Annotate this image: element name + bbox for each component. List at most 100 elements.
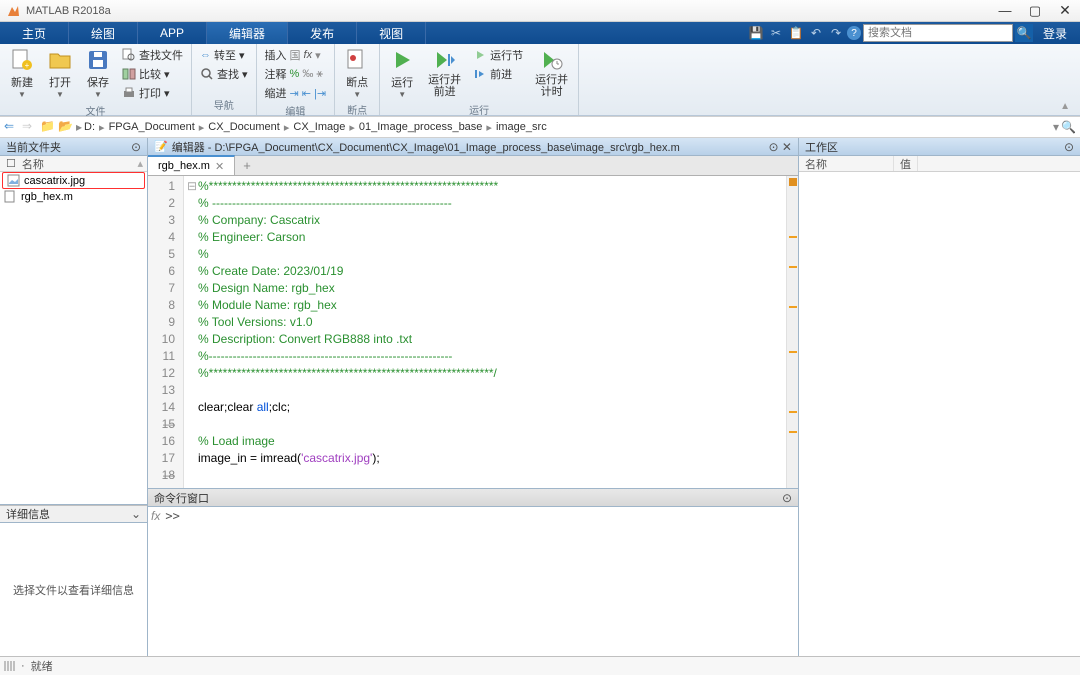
advance-button[interactable]: 前进	[469, 65, 527, 83]
run-section-button[interactable]: 运行节	[469, 46, 527, 64]
find-files-button[interactable]: 查找文件	[118, 46, 187, 64]
back-icon[interactable]: ⇐	[4, 119, 20, 135]
bc-3[interactable]: CX_Image	[293, 121, 345, 133]
undo-icon[interactable]: ↶	[807, 24, 825, 42]
forward-icon[interactable]: ⇒	[22, 119, 38, 135]
find-button[interactable]: 查找 ▾	[196, 65, 252, 83]
toolbar-group-nav: ⇔ 转至 ▾ 查找 ▾ 导航	[192, 44, 257, 115]
compare-icon	[122, 67, 136, 81]
goto-button[interactable]: ⇔ 转至 ▾	[196, 46, 252, 64]
breakpoint-button[interactable]: 断点 ▼	[339, 46, 375, 101]
bc-2[interactable]: CX_Document	[208, 121, 280, 133]
center-panel: 📝 编辑器 - D:\FPGA_Document\CX_Document\CX_…	[148, 138, 798, 656]
minimize-button[interactable]: —	[990, 1, 1020, 21]
path-bar: ⇐ ⇒ 📁 📂 ▸ D:▸ FPGA_Document▸ CX_Document…	[0, 116, 1080, 138]
search-icon[interactable]: 🔍	[1015, 24, 1033, 42]
svg-text:+: +	[25, 61, 30, 70]
bc-4[interactable]: 01_Image_process_base	[359, 121, 483, 133]
open-button[interactable]: 打开 ▼	[42, 46, 78, 101]
bc-5[interactable]: image_src	[496, 121, 547, 133]
bc-d[interactable]: D:	[84, 121, 95, 133]
ribbon-tabs: 主页 绘图 APP 编辑器 发布 视图 💾 ✂ 📋 ↶ ↷ ? 🔍 登录	[0, 22, 1080, 44]
editor-header: 📝 编辑器 - D:\FPGA_Document\CX_Document\CX_…	[148, 138, 798, 156]
tab-plot[interactable]: 绘图	[69, 22, 138, 44]
close-button[interactable]: ✕	[1050, 1, 1080, 21]
maximize-button[interactable]: ▢	[1020, 1, 1050, 21]
toolbar-group-breakpoint: 断点 ▼ 断点	[335, 44, 380, 115]
copy-icon[interactable]: 📋	[787, 24, 805, 42]
new-button[interactable]: + 新建 ▼	[4, 46, 40, 101]
find-files-icon	[122, 48, 136, 62]
close-tab-icon[interactable]: ✕	[215, 160, 224, 173]
cmd-menu-icon[interactable]: ⊙	[782, 491, 792, 505]
image-file-icon	[7, 174, 20, 187]
title-bar: MATLAB R2018a — ▢ ✕	[0, 0, 1080, 22]
tab-publish[interactable]: 发布	[288, 22, 357, 44]
details-panel: 详细信息 ⌄ 选择文件以查看详细信息	[0, 504, 147, 656]
run-section-icon	[473, 48, 487, 62]
details-collapse-icon[interactable]: ⌄	[131, 507, 141, 521]
busy-indicator-icon	[4, 661, 15, 671]
editor-menu-icon[interactable]: ⊙ ✕	[769, 140, 792, 154]
bc-1[interactable]: FPGA_Document	[109, 121, 195, 133]
path-dropdown-icon[interactable]: ▾	[1053, 120, 1059, 134]
save-all-icon[interactable]: 💾	[747, 24, 765, 42]
workspace-panel: 工作区 ⊙ 名称 值	[798, 138, 1080, 656]
toolbar-group-run: 运行 ▼ 运行并 前进 运行节 前进 运行并 计时 运行	[380, 44, 579, 115]
workspace-menu-icon[interactable]: ⊙	[1064, 140, 1074, 154]
tab-editor[interactable]: 编辑器	[207, 22, 288, 44]
m-file-icon	[4, 190, 17, 203]
window-controls: — ▢ ✕	[990, 1, 1080, 21]
file-tab-rgbhex[interactable]: rgb_hex.m ✕	[148, 155, 235, 175]
run-time-icon	[540, 48, 564, 72]
indent-button[interactable]: 缩进 ⇥ ⇤ |⇥	[261, 84, 331, 102]
command-window: 命令行窗口 ⊙ fx >>	[148, 488, 798, 656]
print-icon	[122, 86, 136, 100]
path-search-icon[interactable]: 🔍	[1061, 120, 1076, 134]
file-item-cascatrix[interactable]: cascatrix.jpg	[2, 172, 145, 189]
fx-icon[interactable]: fx	[148, 507, 163, 656]
toolbar-group-edit: 插入 国 fx ▾ 注释 % ‰ ⚹ 缩进 ⇥ ⇤ |⇥ 编辑	[257, 44, 336, 115]
run-button[interactable]: 运行 ▼	[384, 46, 420, 101]
folder-icon[interactable]: 📂	[58, 119, 74, 135]
tab-app[interactable]: APP	[138, 22, 207, 44]
redo-icon[interactable]: ↷	[827, 24, 845, 42]
status-bar: · 就绪	[0, 656, 1080, 675]
tab-view[interactable]: 视图	[357, 22, 426, 44]
compare-button[interactable]: 比较 ▾	[118, 65, 187, 83]
advance-icon	[473, 67, 487, 81]
matlab-logo-icon	[5, 3, 21, 19]
find-icon	[200, 67, 214, 81]
file-list: cascatrix.jpg rgb_hex.m	[0, 172, 147, 504]
command-body[interactable]: fx >>	[148, 507, 798, 656]
current-folder-panel: 当前文件夹 ⊙ ☐ 名称 ▴ cascatrix.jpg rgb_hex.m 详…	[0, 138, 148, 656]
save-button[interactable]: 保存 ▼	[80, 46, 116, 101]
search-input[interactable]	[863, 24, 1013, 42]
editor-body[interactable]: 1234567891011121314 —151617 —18 ⊟%******…	[148, 176, 798, 488]
details-body: 选择文件以查看详细信息	[0, 523, 147, 656]
workspace-body[interactable]	[799, 172, 1080, 656]
add-tab-button[interactable]: +	[235, 156, 259, 175]
panel-menu-icon[interactable]: ⊙	[131, 140, 141, 154]
code-area[interactable]: ⊟%**************************************…	[184, 176, 786, 488]
run-advance-button[interactable]: 运行并 前进	[422, 46, 467, 100]
run-time-button[interactable]: 运行并 计时	[529, 46, 574, 100]
line-gutter: 1234567891011121314 —151617 —18	[148, 176, 184, 488]
file-list-header: ☐ 名称 ▴	[0, 156, 147, 172]
folder-up-icon[interactable]: 📁	[40, 119, 56, 135]
insert-button[interactable]: 插入 国 fx ▾	[261, 46, 331, 64]
print-button[interactable]: 打印 ▾	[118, 84, 187, 102]
help-icon[interactable]: ?	[847, 26, 861, 40]
status-ready: 就绪	[31, 658, 53, 674]
toolbar: + 新建 ▼ 打开 ▼ 保存 ▼ 查找文件 比较 ▾ 打印 ▾ 文件	[0, 44, 1080, 116]
cut-icon[interactable]: ✂	[767, 24, 785, 42]
file-tabs: rgb_hex.m ✕ +	[148, 156, 798, 176]
current-folder-header: 当前文件夹 ⊙	[0, 138, 147, 156]
run-icon	[390, 48, 414, 72]
breadcrumb: D:▸ FPGA_Document▸ CX_Document▸ CX_Image…	[84, 121, 547, 134]
login-button[interactable]: 登录	[1035, 25, 1075, 42]
file-item-rgbhex[interactable]: rgb_hex.m	[0, 189, 147, 204]
minimap[interactable]	[786, 176, 798, 488]
tab-home[interactable]: 主页	[0, 22, 69, 44]
comment-button[interactable]: 注释 % ‰ ⚹	[261, 65, 331, 83]
